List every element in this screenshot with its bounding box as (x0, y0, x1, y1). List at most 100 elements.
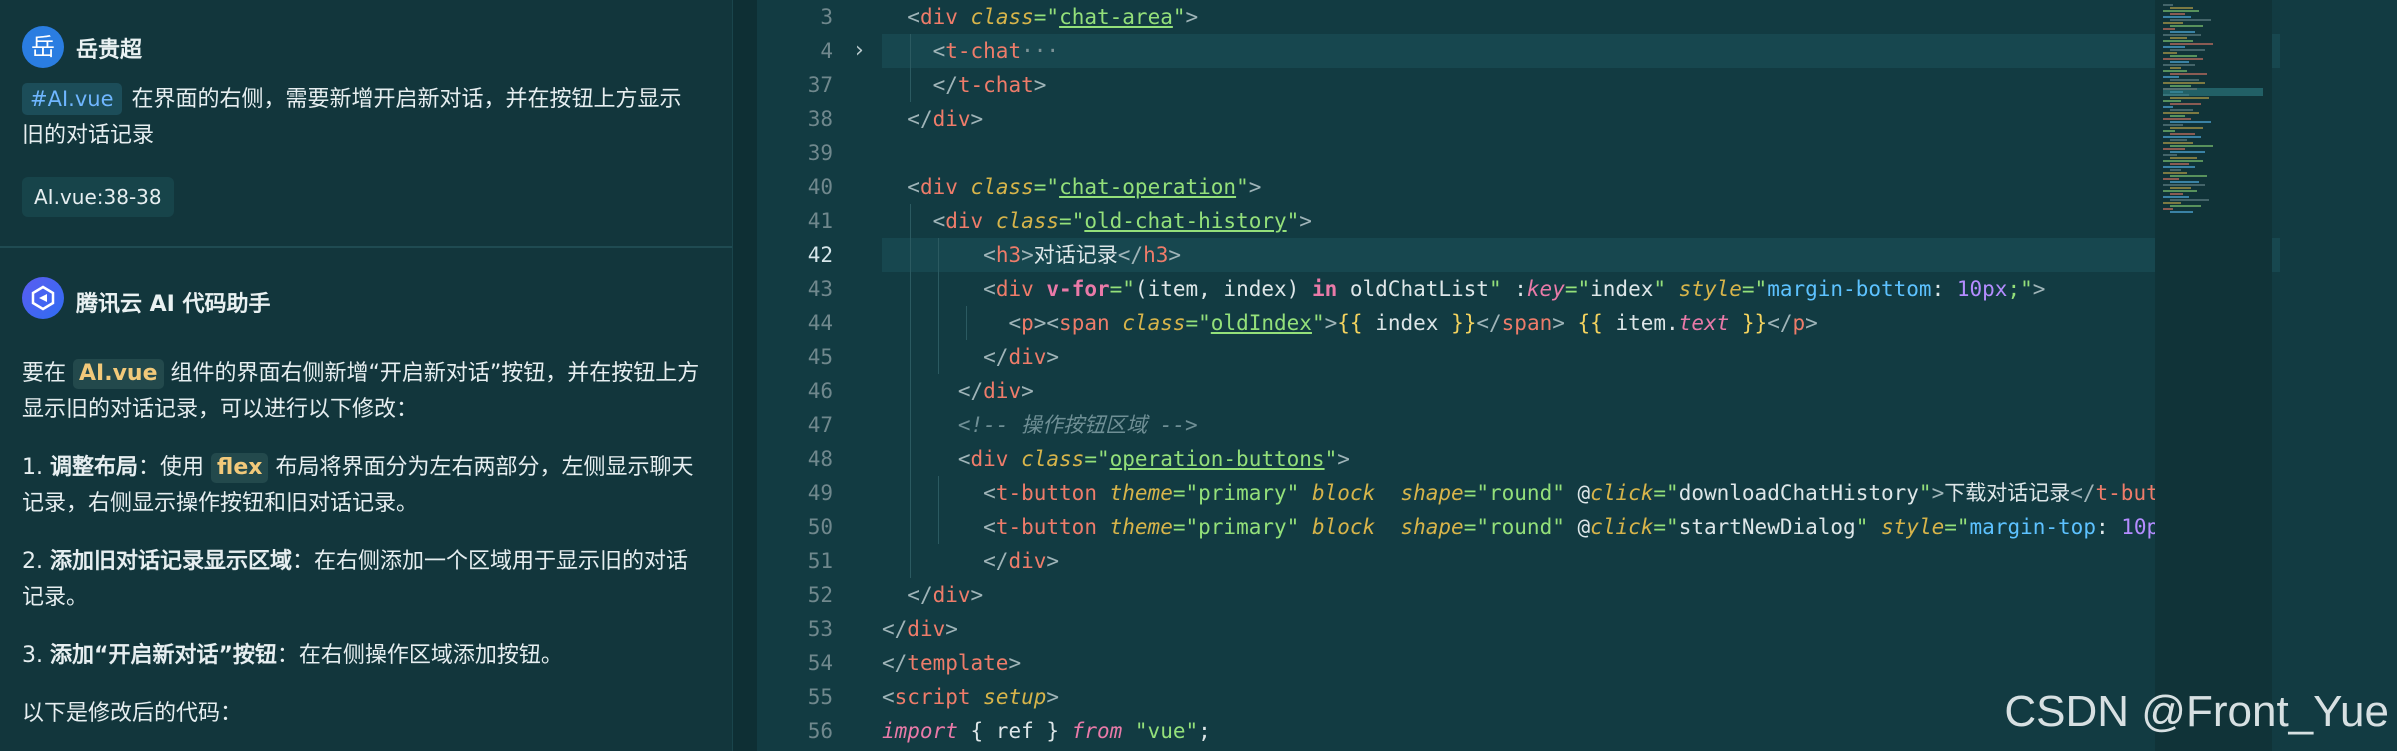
code-token: =" (1033, 5, 1060, 29)
code-token: v-for (1046, 277, 1110, 301)
code-line[interactable]: </template> (882, 646, 1021, 680)
code-token: > (1185, 5, 1199, 29)
minimap-line (2170, 181, 2199, 183)
code-token: primary (1198, 481, 1287, 505)
code-line[interactable]: </div> (882, 102, 983, 136)
code-line[interactable]: <div class="operation-buttons"> (882, 442, 1350, 476)
code-token: style (1881, 515, 1945, 539)
minimap-line (2170, 145, 2213, 147)
code-token: > (1324, 311, 1338, 335)
minimap-line (2163, 190, 2197, 192)
minimap-viewport[interactable] (2163, 88, 2263, 96)
step-title: 添加“开启新对话”按钮 (50, 643, 277, 668)
code-token: {{ (1577, 311, 1616, 335)
code-line[interactable]: <t-chat··· (882, 34, 1059, 68)
code-reference-chip[interactable]: AI.vue:38-38 (22, 177, 174, 217)
code-token: t-chat (957, 73, 1034, 97)
code-line[interactable]: <div class="chat-operation"> (882, 170, 1261, 204)
panel-resize-handle[interactable] (732, 0, 758, 751)
minimap-line (2170, 37, 2187, 39)
minimap-line (2170, 127, 2203, 129)
code-token: " (1324, 447, 1338, 471)
code-token: theme (1109, 481, 1173, 505)
code-token: < (882, 685, 895, 709)
minimap-line (2170, 211, 2193, 213)
line-number: 3 (820, 5, 833, 29)
code-token: =" (1059, 209, 1085, 233)
code-line[interactable]: <div v-for="(item, index) in oldChatList… (882, 272, 2045, 306)
step-item: 3. 添加“开启新对话”按钮：在右侧操作区域添加按钮。 (22, 638, 702, 674)
code-line[interactable]: </div> (882, 544, 1059, 578)
code-token: > (1033, 73, 1047, 97)
code-line[interactable]: </div> (882, 340, 1059, 374)
minimap-line (2163, 130, 2175, 132)
code-token: </ (882, 651, 908, 675)
minimap-line (2163, 58, 2203, 60)
code-token: =" (1033, 175, 1060, 199)
code-line[interactable]: <h3>对话记录</h3> (882, 238, 1181, 272)
fold-chevron-icon[interactable]: › (855, 34, 877, 68)
code-line[interactable]: <!-- 操作按钮区域 --> (882, 408, 1198, 442)
code-line[interactable]: <t-button theme="primary" block shape="r… (882, 510, 2273, 544)
minimap-line (2163, 124, 2183, 126)
code-line[interactable]: <t-button theme="primary" block shape="r… (882, 476, 2209, 510)
code-token: > (1046, 549, 1060, 573)
code-line[interactable]: </t-chat> (882, 68, 1047, 102)
code-token: " (1653, 277, 1667, 301)
code-token: template (907, 651, 1009, 675)
code-token: </ (932, 73, 958, 97)
assistant-message-body: 要在 AI.vue 组件的界面右侧新增“开启新对话”按钮，并在按钮上方显示旧的对… (22, 356, 702, 751)
code-line[interactable]: <p><span class="oldIndex">{{ index }}</s… (882, 306, 1818, 340)
minimap[interactable] (2155, 0, 2272, 751)
line-number: 50 (807, 515, 833, 539)
minimap-line (2170, 7, 2193, 9)
code-line[interactable]: </div> (882, 612, 958, 646)
hover-line-highlight (882, 34, 2280, 68)
minimap-line (2170, 13, 2185, 15)
minimap-line (2170, 73, 2207, 75)
assistant-name: 腾讯云 AI 代码助手 (76, 292, 271, 317)
step-title: 调整布局 (50, 455, 139, 480)
minimap-line (2170, 109, 2193, 111)
file-tag[interactable]: #AI.vue (22, 83, 122, 115)
minimap-line (2170, 115, 2185, 117)
code-token: </ (1767, 311, 1793, 335)
minimap-line (2170, 103, 2201, 105)
code-token: 对话记录 (1033, 243, 1118, 267)
code-editor[interactable]: 3 4 37 38 39 40 41 42 43 44 45 46 47 48 49 50 51 52 53 54 55… (757, 0, 2397, 751)
code-line[interactable]: import { ref } from "vue"; (882, 714, 1211, 748)
code-line[interactable]: <script setup> (882, 680, 1059, 714)
code-token: class (1021, 447, 1085, 471)
code-line[interactable]: <div class="old-chat-history"> (882, 204, 1312, 238)
code-line[interactable]: </div> (882, 374, 1034, 408)
code-line[interactable]: <div class="chat-area"> (882, 0, 1198, 34)
line-number: 48 (807, 447, 833, 471)
minimap-line (2163, 172, 2187, 174)
code-token: index (1375, 311, 1439, 335)
code-token: <!-- 操作按钮区域 --> (957, 413, 1198, 437)
minimap-line (2170, 133, 2195, 135)
code-token: > (1805, 311, 1818, 335)
code-token: div (995, 277, 1034, 301)
code-token: " (1286, 481, 1300, 505)
code-token: " (1122, 719, 1148, 743)
code-token: class (995, 209, 1060, 233)
code-token: shape (1400, 515, 1464, 539)
code-token: > (970, 107, 984, 131)
code-token: =" (1172, 481, 1199, 505)
code-line[interactable]: </div> (882, 578, 983, 612)
code-token: style (1678, 277, 1742, 301)
code-token: =" (1172, 515, 1199, 539)
inline-code: flex (211, 453, 269, 483)
code-token: < (983, 481, 996, 505)
code-token: p (1792, 311, 1806, 335)
line-number: 51 (807, 549, 833, 573)
code-token: div (932, 107, 971, 131)
